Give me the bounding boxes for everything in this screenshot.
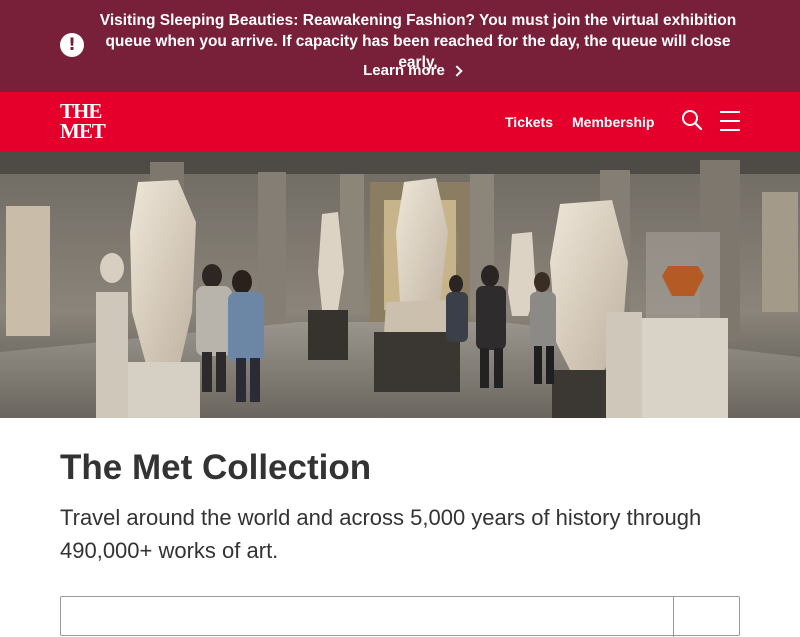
site-header: THE MET Tickets Membership <box>0 92 800 152</box>
hamburger-menu-button[interactable] <box>720 111 740 133</box>
nav-tickets[interactable]: Tickets <box>505 112 553 132</box>
nav-membership[interactable]: Membership <box>572 112 654 132</box>
search-button[interactable] <box>681 109 703 131</box>
chevron-right-icon <box>451 64 463 77</box>
learn-more-label: Learn more <box>363 61 445 79</box>
met-logo[interactable]: THE MET <box>60 99 106 143</box>
logo-line-2: MET <box>60 119 106 143</box>
page-title: The Met Collection <box>60 448 372 487</box>
exclamation-icon: ! <box>60 33 84 57</box>
hamburger-menu-icon <box>720 111 740 113</box>
learn-more-link[interactable]: Learn more <box>352 59 472 81</box>
search-icon <box>682 110 703 131</box>
page-subtitle: Travel around the world and across 5,000… <box>60 505 702 563</box>
alert-banner: ! Visiting Sleeping Beauties: Reawakenin… <box>0 0 800 92</box>
hero-image <box>0 152 800 418</box>
logo-line-1: THE <box>60 99 102 123</box>
search-divider <box>673 597 674 637</box>
collection-search-input[interactable] <box>60 596 740 637</box>
